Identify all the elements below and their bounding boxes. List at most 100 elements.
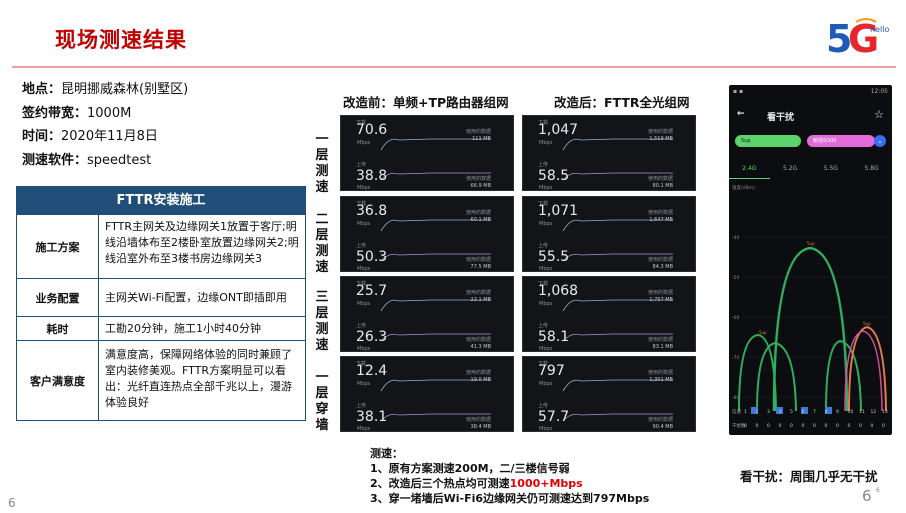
row-label-channel: 信道 <box>732 408 741 415</box>
upload-unit: Mbps <box>539 346 553 352</box>
upload-speed: 58.5 <box>538 168 570 184</box>
interference-count: 0 <box>859 423 862 429</box>
upload-used-label: 使用的数据 <box>647 417 673 423</box>
after-speedtest-panel: 下载 1,068 Mbps 使用的数据 1,757 MB 上传 58.1 Mbps 使用的数据 8… <box>522 276 696 352</box>
title-divider <box>12 66 896 68</box>
floor-label: 三层测速 <box>315 290 329 353</box>
highlight-speed: 1000+Mbps <box>509 477 583 490</box>
upload-used-label: 使用的数据 <box>465 176 491 182</box>
download-used-label: 使用的数据 <box>647 129 673 135</box>
interference-count: 0 <box>848 423 851 429</box>
upload-speed: 58.1 <box>538 329 570 345</box>
fttr-install-table: FTTR安装施工 施工方案 FTTR主网关及边缘网关1放置于客厅;明线沿墙体布至… <box>16 186 306 421</box>
interference-count: 0 <box>836 423 839 429</box>
download-used-label: 使用的数据 <box>647 290 673 296</box>
download-speed: 1,047 <box>538 122 579 138</box>
download-used-value: 1,647 MB <box>649 217 673 223</box>
channel-tick: 10 <box>848 409 854 415</box>
row-label: 客户满意度 <box>17 341 99 420</box>
upload-used-label: 使用的数据 <box>647 337 673 343</box>
ytick-label: -50 <box>732 275 739 281</box>
page-number-small: 6 <box>876 487 880 494</box>
info-date: 时间：2020年11月8日 <box>22 129 158 144</box>
channel-arc <box>772 246 849 412</box>
upload-used-label: 使用的数据 <box>647 257 673 263</box>
test-notes: 测速： 1、原有方案测速200M，二/三楼信号弱 2、改造后三个热点均可测速10… <box>370 446 649 506</box>
interference-count: 0 <box>825 423 828 429</box>
row-text: FTTR主网关及边缘网关1放置于客厅;明线沿墙体布至2楼卧室放置边缘网关2;明线… <box>105 220 299 265</box>
notes-line-2: 2、改造后三个热点均可测速1000+Mbps <box>370 477 583 490</box>
upload-used-value: 77.5 MB <box>470 264 491 270</box>
download-speed: 797 <box>538 363 565 379</box>
row-label: 耗时 <box>17 317 99 340</box>
upload-label: 上传 <box>538 323 549 329</box>
channel-tick: 8 <box>825 409 828 415</box>
upload-used-value: 83.1 MB <box>652 344 673 350</box>
download-unit: Mbps <box>357 140 371 146</box>
upload-used-label: 使用的数据 <box>465 257 491 263</box>
download-used-label: 使用的数据 <box>465 290 491 296</box>
upload-unit: Mbps <box>539 426 553 432</box>
channel-arc <box>825 339 862 412</box>
row-text: 主网关Wi-Fi配置，边缘ONT即插即用 <box>105 290 287 304</box>
upload-label: 上传 <box>356 403 367 409</box>
upload-used-value: 80.1 MB <box>652 183 673 189</box>
info-software: 测速软件：speedtest <box>22 152 152 168</box>
interference-count: 0 <box>779 423 782 429</box>
upload-used-label: 使用的数据 <box>465 417 491 423</box>
interference-note: 看干扰：周围几乎无干扰 <box>740 469 878 484</box>
channel-tick: 12 <box>871 409 877 415</box>
channel-tick: 9 <box>836 409 839 415</box>
channel-tick: 5 <box>790 409 793 415</box>
download-used-value: 111 MB <box>472 136 491 142</box>
upload-used-label: 使用的数据 <box>647 176 673 182</box>
download-speed: 25.7 <box>356 283 388 299</box>
upload-used-value: 84.3 MB <box>652 264 673 270</box>
table-row: 业务配置 主网关Wi-Fi配置，边缘ONT即插即用 <box>17 278 305 316</box>
info-bandwidth: 签约带宽：1000M <box>22 105 132 121</box>
download-unit: Mbps <box>539 221 553 227</box>
channel-tick: 6 <box>802 409 805 415</box>
download-used-value: 22.1 MB <box>470 297 491 303</box>
channel-tick: 2 <box>756 409 759 415</box>
before-speedtest-panel: 下载 12.4 Mbps 使用的数据 19.0 MB 上传 38.1 Mbps 使用的数据 38.… <box>340 356 514 432</box>
download-unit: Mbps <box>357 301 371 307</box>
interference-chart: 强度(dBm) -40-50-60-70-80-90 5up 5up 5up 信… <box>732 184 889 429</box>
table-header: FTTR安装施工 <box>17 187 305 214</box>
upload-unit: Mbps <box>539 185 553 191</box>
site-info: 地点：昆明挪威森林(别墅区) 签约带宽：1000M 时间：2020年11月8日 … <box>22 78 188 172</box>
after-speedtest-panel: 下载 1,047 Mbps 使用的数据 1,519 MB 上传 58.5 Mbps 使用的数据 8… <box>522 115 696 191</box>
notes-heading: 测速： <box>370 447 403 460</box>
after-title: 改造后：FTTR全光组网 <box>554 95 690 110</box>
download-speed: 36.8 <box>356 203 388 219</box>
arc-label: 5up <box>759 330 767 335</box>
ytick-label: -60 <box>732 315 739 321</box>
row-text: 工勘20分钟，施工1小时40分钟 <box>105 321 261 335</box>
upload-speed: 38.8 <box>356 168 388 184</box>
svg-text:G: G <box>848 17 879 58</box>
download-used-label: 使用的数据 <box>465 210 491 216</box>
download-unit: Mbps <box>357 381 371 387</box>
download-used-label: 使用的数据 <box>465 129 491 135</box>
interference-phone-screenshot: ▪ ▪ 12:05 ← 看干扰 ☆ 5up 勉强5G00 ⌄ 2.4G 5.2G… <box>729 85 892 435</box>
interference-count: 0 <box>871 423 874 429</box>
upload-label: 上传 <box>538 243 549 249</box>
row-text: 满意度高，保障网络体验的同时兼顾了室内装修美观。FTTR方案明显可以看出：光纤直… <box>105 348 292 409</box>
interference-count: 0 <box>882 423 885 429</box>
download-unit: Mbps <box>539 140 553 146</box>
upload-unit: Mbps <box>357 426 371 432</box>
upload-label: 上传 <box>538 162 549 168</box>
before-speedtest-panel: 下载 25.7 Mbps 使用的数据 22.1 MB 上传 26.3 Mbps 使用的数据 41.… <box>340 276 514 352</box>
download-speed: 1,071 <box>538 203 579 219</box>
upload-speed: 55.5 <box>538 249 570 265</box>
download-used-value: 19.0 MB <box>470 377 491 383</box>
before-speedtest-panel: 下载 36.8 Mbps 使用的数据 60.1 MB 上传 50.3 Mbps 使用的数据 77.… <box>340 196 514 272</box>
5g-hello-logo: 5 G hello <box>826 14 892 61</box>
floor-label: 一层穿墙 <box>315 370 329 433</box>
arc-label: 5up <box>807 241 815 246</box>
download-unit: Mbps <box>539 381 553 387</box>
row-label: 施工方案 <box>17 215 99 278</box>
download-used-value: 60.1 MB <box>470 217 491 223</box>
download-used-value: 1,757 MB <box>649 297 673 303</box>
upload-speed: 50.3 <box>356 249 388 265</box>
